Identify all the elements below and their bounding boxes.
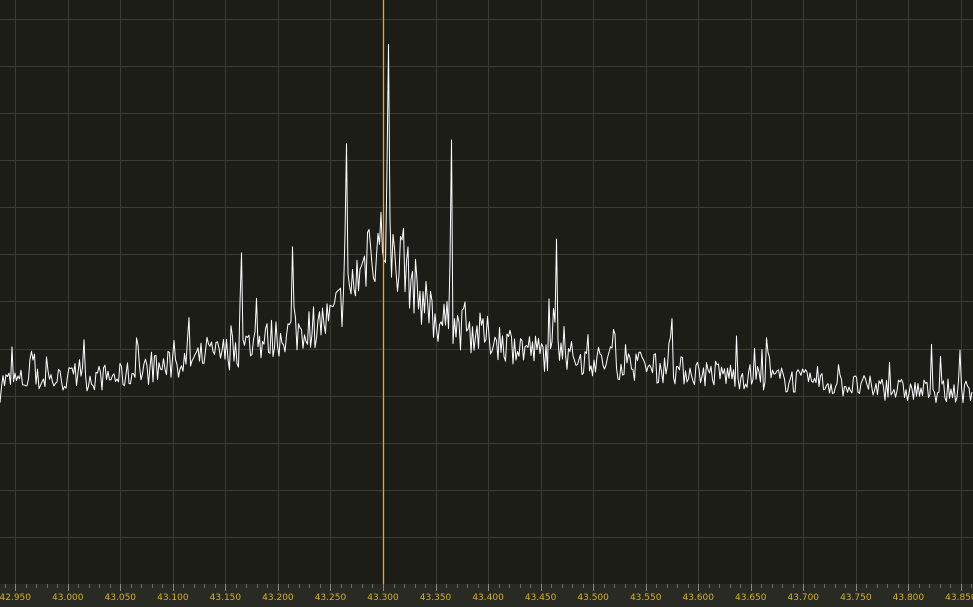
tick-label: 43.700 [788,593,820,603]
tick-label: 43.600 [682,593,714,603]
tick-label: 43.850 [945,593,973,603]
tick-label: 43.400 [472,593,504,603]
tick-label: 43.150 [210,593,242,603]
tick-label: 43.050 [105,593,137,603]
tick-label: 43.550 [630,593,662,603]
tick-label: 43.100 [157,593,189,603]
tick-label: 43.800 [893,593,925,603]
tick-label: 43.750 [840,593,872,603]
frequency-axis: 42.950 43.000 43.050 43.100 43.150 43.200 43.2… [0,584,973,607]
plot-background [0,0,973,607]
tick-label: 43.500 [577,593,609,603]
tick-label: 43.450 [525,593,557,603]
tick-label: 43.350 [420,593,452,603]
tick-label: 43.200 [262,593,294,603]
tick-label: 43.650 [735,593,767,603]
tick-label: 43.000 [52,593,84,603]
tick-label: 42.950 [0,593,31,603]
tick-label: 43.300 [367,593,399,603]
spectrum-display[interactable]: 42.950 43.000 43.050 43.100 43.150 43.200 43.2… [0,0,973,607]
tick-label: 43.250 [315,593,347,603]
